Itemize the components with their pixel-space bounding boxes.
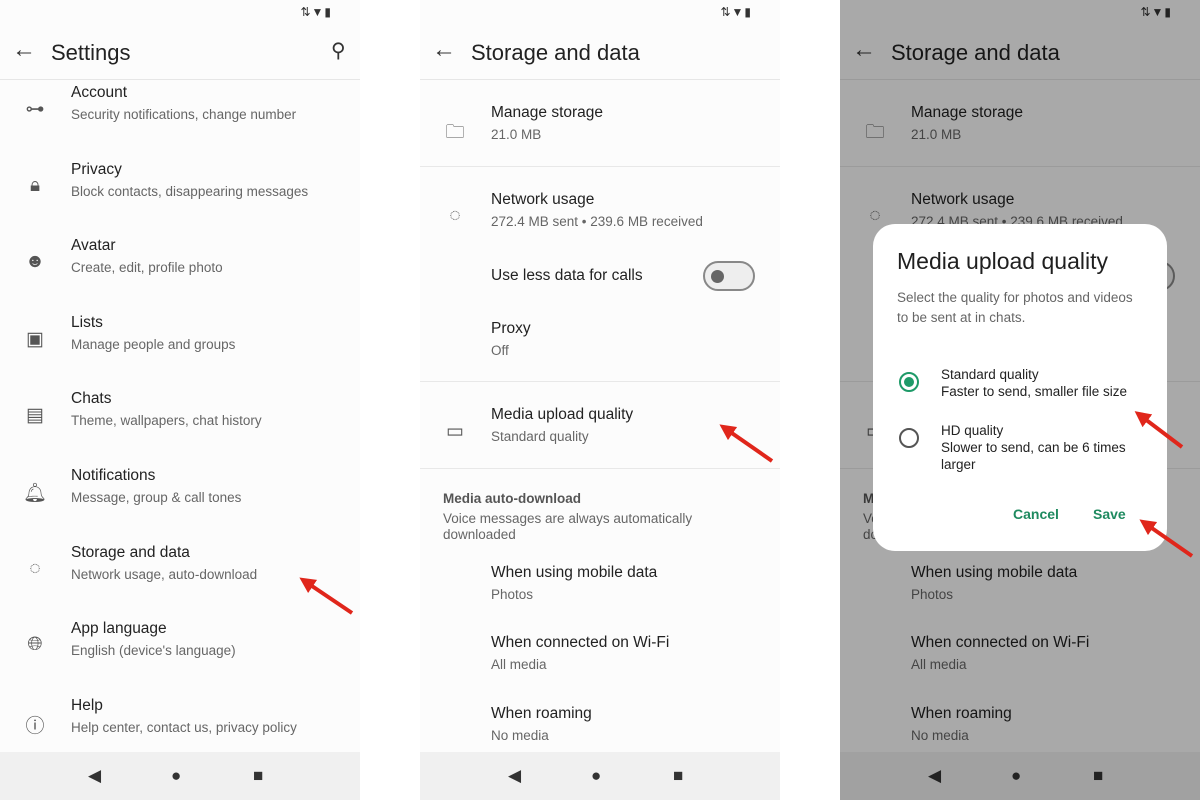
arrow-standard-quality bbox=[1134, 411, 1184, 449]
arrow-save bbox=[1139, 519, 1194, 558]
annotation-arrows bbox=[299, 411, 1194, 615]
arrow-storage bbox=[299, 577, 354, 615]
arrow-media-quality bbox=[719, 424, 774, 463]
